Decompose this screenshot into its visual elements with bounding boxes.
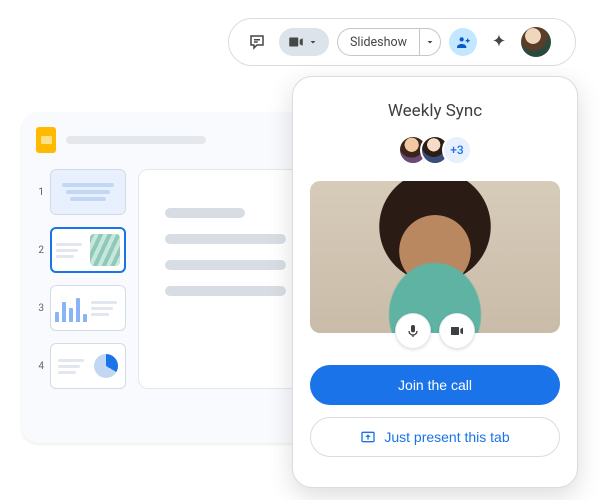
- document-title-placeholder: [66, 136, 206, 144]
- slide-thumbnail-selected[interactable]: [50, 227, 126, 273]
- meet-join-panel: Weekly Sync +3 Join the call Just presen…: [292, 76, 578, 488]
- thumb-number: 1: [36, 187, 44, 198]
- video-camera-icon: [449, 323, 465, 339]
- person-add-icon: [455, 34, 471, 50]
- thumbnail-row[interactable]: 3: [36, 285, 126, 331]
- share-button[interactable]: [449, 28, 477, 56]
- text-placeholder: [165, 234, 286, 244]
- image-placeholder-icon: [90, 234, 120, 266]
- comment-icon: [248, 33, 266, 51]
- slides-editor-window: 1 2 3: [22, 113, 332, 443]
- meeting-title: Weekly Sync: [388, 101, 482, 121]
- slideshow-split-button: Slideshow: [337, 28, 441, 56]
- slide-thumbnails: 1 2 3: [36, 169, 126, 389]
- text-placeholder: [165, 286, 286, 296]
- bar-chart-icon: [55, 294, 87, 322]
- slideshow-dropdown-button[interactable]: [419, 28, 441, 56]
- self-video-preview: [310, 181, 560, 333]
- thumb-number: 2: [36, 245, 44, 256]
- participants-overflow-count[interactable]: +3: [442, 135, 472, 165]
- slide-thumbnail[interactable]: [50, 343, 126, 389]
- slide-thumbnail[interactable]: [50, 285, 126, 331]
- editor-toolbar: Slideshow: [228, 18, 576, 66]
- gemini-button[interactable]: [485, 28, 513, 56]
- comments-button[interactable]: [243, 28, 271, 56]
- account-avatar[interactable]: [521, 27, 551, 57]
- thumbnail-row[interactable]: 2: [36, 227, 126, 273]
- thumbnail-row[interactable]: 1: [36, 169, 126, 215]
- slideshow-button[interactable]: Slideshow: [337, 28, 419, 56]
- slide-thumbnail[interactable]: [50, 169, 126, 215]
- toggle-mic-button[interactable]: [395, 313, 431, 349]
- pie-chart-icon: [94, 354, 118, 378]
- thumbnail-row[interactable]: 4: [36, 343, 126, 389]
- slides-logo-icon: [36, 127, 56, 153]
- present-to-all-icon: [360, 429, 376, 445]
- toggle-camera-button[interactable]: [439, 313, 475, 349]
- sparkle-icon: [490, 33, 508, 51]
- meet-button[interactable]: [279, 28, 329, 56]
- microphone-icon: [405, 323, 421, 339]
- video-camera-icon: [287, 33, 305, 51]
- thumb-number: 4: [36, 361, 44, 372]
- text-placeholder: [165, 208, 245, 218]
- slides-header: [36, 127, 318, 153]
- main-slide-canvas[interactable]: [138, 169, 318, 389]
- caret-down-icon: [424, 36, 436, 48]
- text-placeholder: [165, 260, 286, 270]
- participants-row: +3: [398, 135, 472, 165]
- join-call-button[interactable]: Join the call: [310, 365, 560, 405]
- present-tab-label: Just present this tab: [384, 429, 509, 445]
- present-tab-button[interactable]: Just present this tab: [310, 417, 560, 457]
- caret-down-icon: [307, 36, 319, 48]
- thumb-number: 3: [36, 303, 44, 314]
